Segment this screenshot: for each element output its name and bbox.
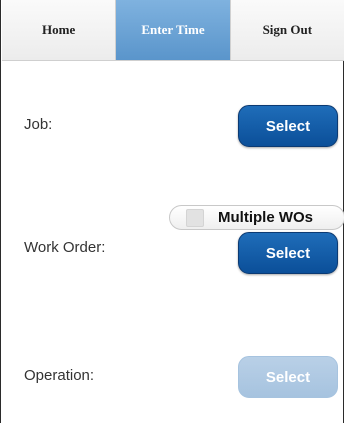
- operation-label: Operation:: [24, 367, 95, 384]
- tab-enter-time[interactable]: Enter Time: [116, 0, 231, 60]
- job-select-button[interactable]: Select: [238, 105, 338, 147]
- job-label: Job:: [24, 116, 53, 133]
- multiple-wos-label: Multiple WOs: [218, 209, 313, 226]
- tab-home[interactable]: Home: [2, 0, 117, 60]
- tab-sign-out[interactable]: Sign Out: [230, 0, 344, 60]
- top-nav-bar: Home Enter Time Sign Out: [2, 0, 344, 61]
- multiple-wos-toggle[interactable]: Multiple WOs: [169, 205, 344, 230]
- operation-select-button: Select: [238, 356, 338, 398]
- work-order-label: Work Order:: [24, 239, 106, 256]
- app-frame: Home Enter Time Sign Out Job: Select Mul…: [0, 0, 344, 423]
- work-order-select-button[interactable]: Select: [238, 232, 338, 274]
- checkbox-icon[interactable]: [186, 208, 204, 227]
